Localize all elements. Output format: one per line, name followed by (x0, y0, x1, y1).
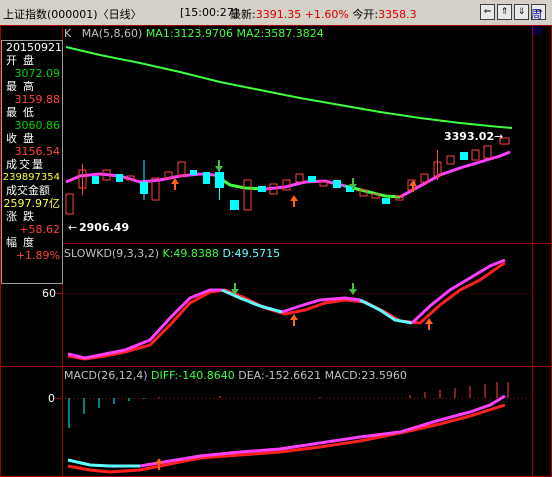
info-change-label: 涨跌 (6, 210, 40, 223)
macd-dea-line (67, 403, 506, 474)
macd-legend: MACD(26,12,4) DIFF:-140.8640 DEA:-152.66… (64, 369, 407, 382)
info-amp-value: +1.89% (15, 249, 60, 262)
high-mark-arrow: → (494, 130, 503, 143)
macd-histogram (68, 398, 145, 428)
info-volume-value: 239897354 (2, 172, 60, 183)
info-high-label: 最高 (6, 80, 40, 93)
info-amount-label: 成交金额 (6, 184, 50, 197)
info-close-value: 3156.54 (14, 145, 61, 158)
info-date: 20150921 (6, 41, 62, 54)
macd-diff-line-b (139, 394, 506, 468)
macd-diff-line (67, 458, 140, 468)
kd-level-label: 60 (42, 287, 56, 300)
macd-level-label: 0 (48, 392, 55, 405)
info-volume-label: 成交量 (6, 158, 45, 171)
low-mark-arrow: ← (68, 221, 77, 234)
ma-legend: K MA(5,8,60) MA1:3123.9706 MA2:3587.3824 (64, 27, 324, 40)
ma1-line-a (65, 172, 216, 184)
ma2-line (65, 46, 513, 129)
chart-canvas: 3393.02 → ← 2906.49 60 0 (0, 25, 552, 477)
macd-histogram-pos (158, 382, 509, 398)
info-amp-label: 幅度 (6, 236, 40, 249)
info-low-value: 3060.86 (14, 119, 61, 132)
quote-info-panel: 20150921 开盘 3072.09 最高 3159.88 最低 3060.8… (1, 40, 63, 284)
kd-legend: SLOWKD(9,3,3,2) K:49.8388 D:49.5715 (64, 247, 281, 260)
info-change-value: +58.62 (19, 223, 60, 236)
info-low-label: 最低 (6, 106, 40, 119)
info-amount-value: 2597.97亿 (3, 197, 61, 210)
low-mark: 2906.49 (79, 221, 129, 234)
info-open-label: 开盘 (6, 54, 40, 67)
ma1-line-e (399, 150, 511, 199)
candlesticks (65, 137, 510, 215)
info-high-value: 3159.88 (14, 93, 61, 106)
info-open-value: 3072.09 (14, 67, 61, 80)
high-mark: 3393.02 (444, 130, 494, 143)
info-close-label: 收盘 (6, 132, 40, 145)
